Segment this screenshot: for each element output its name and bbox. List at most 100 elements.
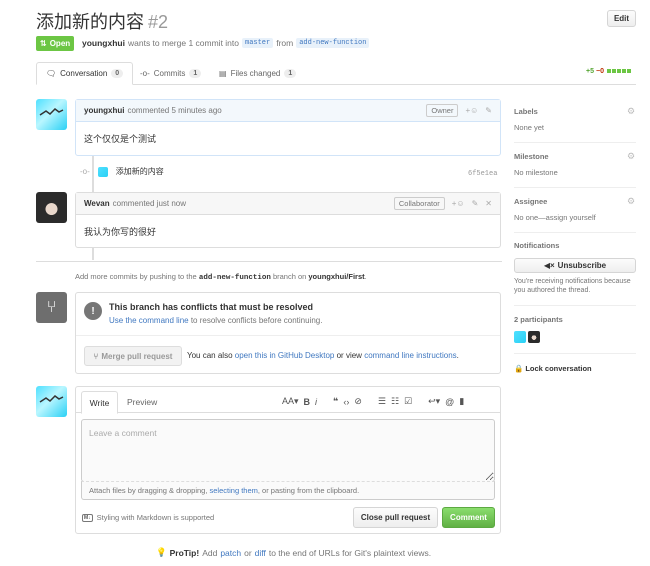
- author-link[interactable]: youngxhui: [82, 38, 125, 48]
- sidebar-divider: [514, 353, 636, 354]
- gear-icon[interactable]: ⚙: [627, 151, 635, 162]
- code-icon[interactable]: ‹›: [343, 397, 349, 407]
- link-icon[interactable]: ⊘: [354, 396, 362, 407]
- base-branch[interactable]: master: [242, 38, 274, 48]
- merge-alternatives: You can also open this in GitHub Desktop…: [187, 351, 459, 360]
- commit-icon: -o-: [80, 167, 90, 176]
- merge-alt-text: You can also: [187, 351, 233, 360]
- comment-body: 我认为你写的很好: [84, 228, 157, 238]
- comment-time[interactable]: commented 5 minutes ago: [127, 106, 221, 115]
- push-hint-text: Add more commits by pushing to the: [75, 272, 197, 281]
- command-line-link[interactable]: Use the command line: [109, 316, 189, 325]
- tab-label: Conversation: [60, 69, 108, 78]
- avatar[interactable]: [36, 386, 67, 417]
- diff-link[interactable]: diff: [255, 548, 266, 558]
- milestone-value: No milestone: [514, 168, 558, 177]
- reply-icon[interactable]: ↩▾: [428, 396, 440, 407]
- quote-icon[interactable]: ❝: [333, 396, 338, 407]
- participant-avatar[interactable]: [514, 331, 526, 343]
- timeline-line: [92, 248, 94, 260]
- attach-files-bar[interactable]: Attach files by dragging & dropping, sel…: [81, 481, 495, 500]
- sidebar-divider: [514, 305, 636, 306]
- head-branch[interactable]: add-new-function: [296, 38, 370, 48]
- assignee-value[interactable]: No one—assign yourself: [514, 213, 596, 222]
- tab-commits[interactable]: -o- Commits 1: [140, 62, 202, 85]
- merge-pull-request-button[interactable]: ⑂ Merge pull request: [84, 346, 182, 366]
- close-icon[interactable]: ✕: [485, 199, 492, 208]
- gear-icon[interactable]: ⚙: [627, 196, 635, 207]
- tab-conversation[interactable]: 🗨 Conversation 0: [36, 62, 134, 85]
- bold-icon[interactable]: B: [304, 397, 311, 407]
- conflict-subtitle: Use the command line to resolve conflict…: [109, 316, 322, 325]
- commit-sha[interactable]: 6f5e1ea: [468, 170, 497, 178]
- light-bulb-icon: 💡: [156, 547, 167, 557]
- comment-youngxhui: youngxhui commented 5 minutes ago Owner …: [75, 99, 501, 156]
- lock-conversation[interactable]: 🔒 Lock conversation: [514, 364, 592, 373]
- tab-files-changed[interactable]: ▤ Files changed 1: [219, 62, 297, 85]
- select-files-link[interactable]: selecting them: [210, 486, 258, 495]
- participant-avatar[interactable]: [528, 331, 540, 343]
- avatar[interactable]: [36, 192, 67, 223]
- task-list-icon[interactable]: ☑: [404, 396, 412, 407]
- notification-reason: You're receiving notifications because y…: [514, 278, 631, 294]
- push-hint-branch: add-new-function: [198, 274, 271, 282]
- italic-icon[interactable]: i: [315, 397, 317, 407]
- unordered-list-icon[interactable]: ☰: [378, 396, 386, 407]
- notifications-heading: Notifications: [514, 241, 560, 250]
- text-size-icon[interactable]: AA▾: [282, 396, 299, 407]
- bookmark-icon[interactable]: ▮: [459, 396, 464, 407]
- assignee-heading[interactable]: Assignee: [514, 197, 547, 206]
- unsubscribe-button[interactable]: ◀× Unsubscribe: [514, 258, 636, 273]
- pr-title: 添加新的内容: [36, 12, 144, 33]
- tab-write[interactable]: Write: [81, 391, 118, 414]
- markdown-hint[interactable]: M↓ Styling with Markdown is supported: [82, 513, 214, 522]
- pencil-icon[interactable]: ✎: [472, 199, 479, 208]
- git-merge-icon: ⑂: [93, 351, 99, 361]
- commit-message[interactable]: 添加新的内容: [116, 166, 164, 177]
- lock-label: Lock conversation: [525, 364, 592, 373]
- pull-request-icon: ⇅: [40, 39, 47, 48]
- comment-header: youngxhui commented 5 minutes ago Owner …: [76, 100, 500, 122]
- edit-button[interactable]: Edit: [607, 10, 636, 27]
- protip-text: to the end of URLs for Git's plaintext v…: [268, 547, 432, 558]
- comment-button[interactable]: Comment: [442, 507, 495, 528]
- attach-text: , or pasting from the clipboard.: [257, 486, 360, 495]
- patch-link[interactable]: patch: [220, 548, 241, 558]
- tab-label: Commits: [153, 69, 186, 78]
- comment-time[interactable]: commented just now: [113, 199, 186, 208]
- file-diff-icon: ▤: [219, 69, 227, 78]
- additions-count: +5: [586, 68, 594, 75]
- tab-preview[interactable]: Preview: [127, 397, 157, 407]
- merge-text: wants to merge 1 commit into: [127, 38, 239, 48]
- state-label: Open: [49, 39, 71, 48]
- push-hint: Add more commits by pushing to the add-n…: [75, 272, 367, 282]
- pr-number: #2: [148, 12, 169, 32]
- pencil-icon[interactable]: ✎: [485, 106, 492, 115]
- ordered-list-icon[interactable]: ☷: [391, 396, 399, 407]
- markdown-toolbar: AA▾ B i ❝ ‹› ⊘ ☰ ☷ ☑ ↩▾ @ ▮: [282, 396, 464, 407]
- comment-icon: 🗨: [46, 69, 57, 78]
- close-pull-request-button[interactable]: Close pull request: [353, 507, 438, 528]
- comment-author[interactable]: youngxhui: [84, 106, 124, 115]
- comment-author[interactable]: Wevan: [84, 199, 110, 208]
- add-reaction-icon[interactable]: +☺: [465, 106, 478, 115]
- mute-icon: ◀×: [543, 261, 555, 270]
- tab-counter: 1: [189, 69, 202, 78]
- sidebar-divider: [514, 142, 636, 143]
- labels-heading[interactable]: Labels: [514, 107, 538, 116]
- mention-icon[interactable]: @: [445, 397, 454, 407]
- comment-wevan: Wevan commented just now Collaborator +☺…: [75, 192, 501, 248]
- milestone-heading[interactable]: Milestone: [514, 152, 549, 161]
- commit-author-avatar[interactable]: [97, 166, 108, 177]
- avatar[interactable]: [36, 99, 67, 130]
- state-badge: ⇅ Open: [36, 36, 75, 51]
- add-reaction-icon[interactable]: +☺: [452, 199, 465, 208]
- gear-icon[interactable]: ⚙: [627, 106, 635, 117]
- diffstat[interactable]: +5 −0: [586, 68, 631, 75]
- comment-input[interactable]: [81, 419, 495, 482]
- page-title: 添加新的内容 #2: [36, 8, 168, 34]
- commit-event: -o- 添加新的内容: [80, 166, 164, 177]
- command-line-instructions-link[interactable]: command line instructions: [364, 351, 456, 360]
- github-desktop-link[interactable]: open this in GitHub Desktop: [235, 351, 335, 360]
- attach-text: Attach files by dragging & dropping,: [89, 486, 208, 495]
